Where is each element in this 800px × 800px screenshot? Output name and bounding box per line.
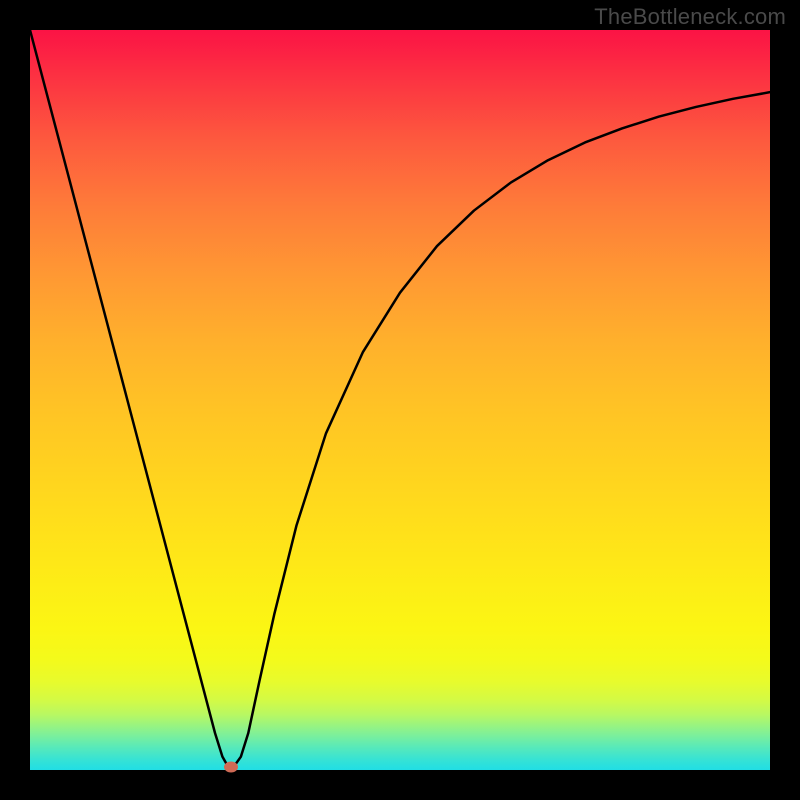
watermark-text: TheBottleneck.com <box>594 4 786 30</box>
curve-path <box>30 30 770 767</box>
optimal-point-marker <box>224 762 238 773</box>
chart-container: TheBottleneck.com <box>0 0 800 800</box>
plot-area <box>30 30 770 770</box>
bottleneck-curve <box>30 30 770 770</box>
